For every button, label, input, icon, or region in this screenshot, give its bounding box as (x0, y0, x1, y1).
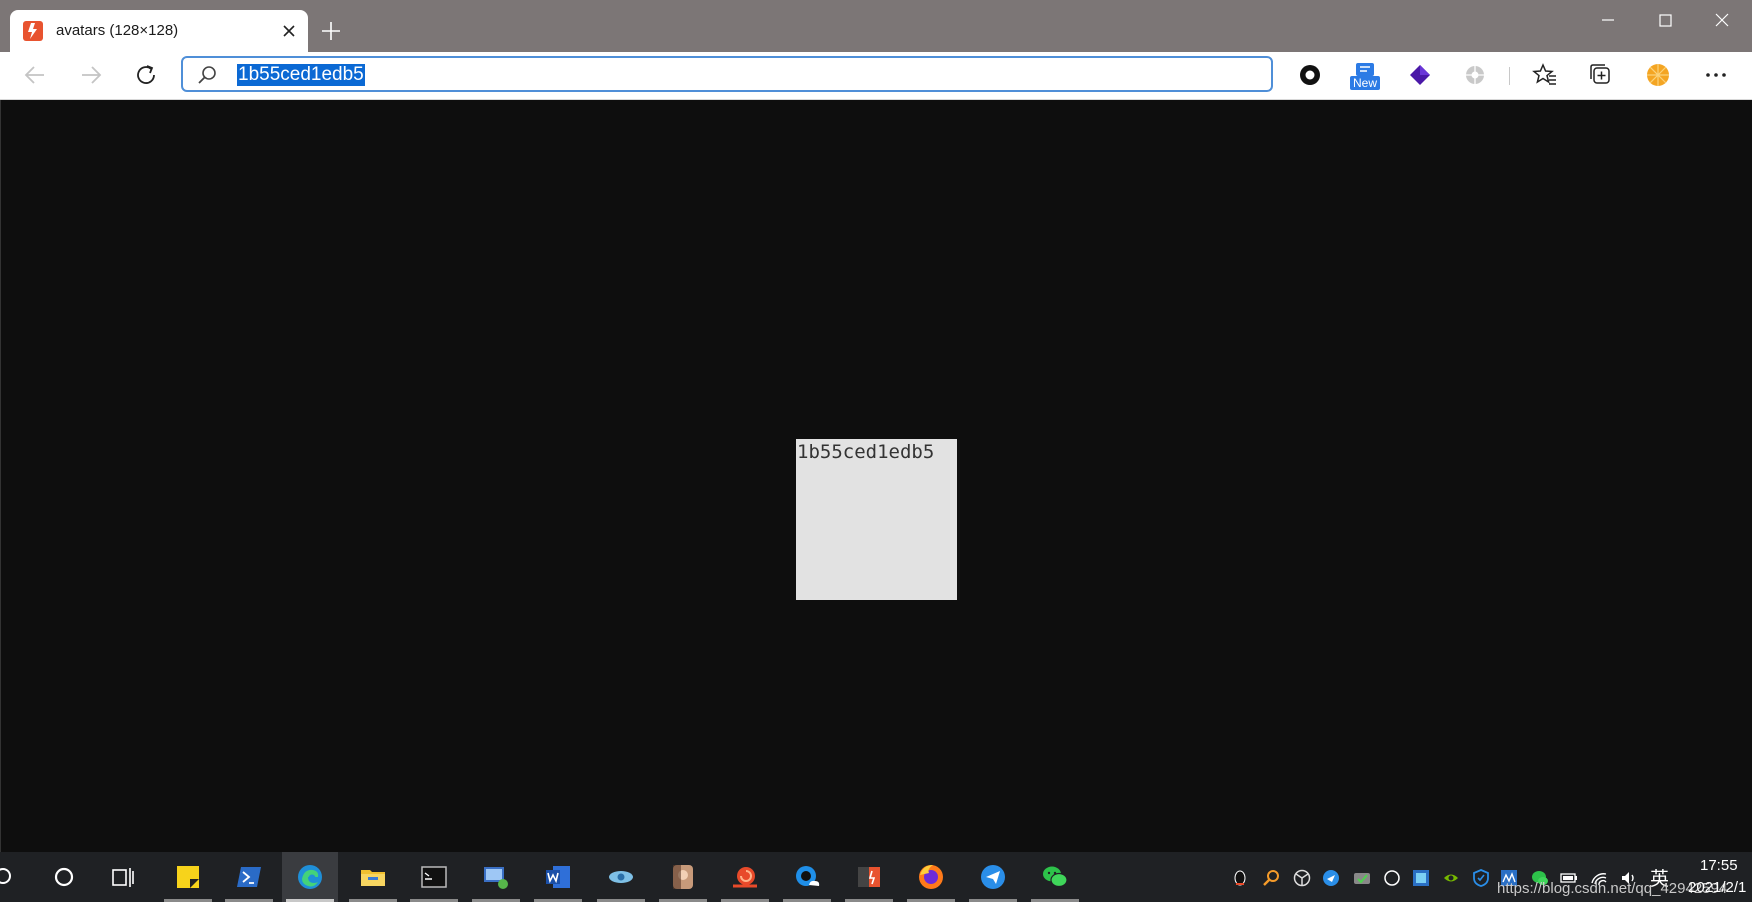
gray-gear-icon[interactable] (1462, 62, 1488, 88)
git-app-icon[interactable] (841, 852, 897, 902)
tab-avatars[interactable]: avatars (128×128) (10, 10, 308, 52)
forward-icon[interactable] (78, 62, 104, 88)
terminal-icon[interactable] (406, 852, 462, 902)
windows-taskbar: 英 https://blog.csdn.net/qq_42942594 17:5… (0, 852, 1752, 902)
steering-tray-icon[interactable] (1293, 869, 1311, 887)
circle-tray-icon[interactable] (1383, 869, 1401, 887)
back-icon[interactable] (22, 62, 48, 88)
purple-cube-icon[interactable] (1407, 62, 1433, 88)
more-menu-icon[interactable] (1703, 62, 1729, 88)
browser-toolbar: 1b55ced1edb5 New (0, 52, 1752, 100)
window-close-icon[interactable] (1707, 8, 1737, 32)
wechat-icon[interactable] (1027, 852, 1083, 902)
address-bar[interactable]: 1b55ced1edb5 (181, 56, 1273, 92)
shield-check-tray-icon[interactable] (1353, 869, 1371, 887)
new-badge-label: New (1353, 76, 1378, 90)
refresh-icon[interactable] (133, 62, 159, 88)
cloud-tray-icon[interactable] (1322, 869, 1340, 887)
favicon-icon (23, 21, 43, 41)
tab-close-icon[interactable] (280, 22, 298, 40)
page-viewport: 1b55ced1edb5 (0, 100, 1752, 852)
favorites-icon[interactable] (1532, 62, 1558, 88)
new-extension-icon[interactable]: New (1350, 61, 1380, 91)
avatar-image-text: 1b55ced1edb5 (797, 441, 935, 463)
magnifier-tray-icon[interactable] (1262, 869, 1280, 887)
clock-time[interactable]: 17:55 (1700, 857, 1738, 874)
tab-bar: avatars (128×128) (0, 0, 1752, 52)
qq-tray-icon[interactable] (1231, 869, 1249, 887)
search-icon (197, 65, 217, 85)
network-card-tray-icon[interactable] (1412, 869, 1430, 887)
address-input[interactable]: 1b55ced1edb5 (237, 64, 365, 86)
profile-avatar-icon[interactable] (1645, 62, 1671, 88)
snail-app-icon[interactable] (717, 852, 773, 902)
record-icon[interactable] (1297, 62, 1323, 88)
collections-icon[interactable] (1588, 62, 1614, 88)
task-view-icon[interactable] (95, 852, 151, 902)
powershell-icon[interactable] (221, 852, 277, 902)
remote-desktop-icon[interactable] (468, 852, 524, 902)
cloud-search-icon[interactable] (779, 852, 835, 902)
file-explorer-icon[interactable] (345, 852, 401, 902)
nvidia-tray-icon[interactable] (1442, 869, 1460, 887)
new-tab-icon[interactable] (320, 20, 342, 42)
security-shield-tray-icon[interactable] (1472, 869, 1490, 887)
word-icon[interactable] (530, 852, 586, 902)
sticky-notes-icon[interactable] (160, 852, 216, 902)
firefox-icon[interactable] (903, 852, 959, 902)
tab-title: avatars (128×128) (56, 22, 179, 39)
eye-app-icon[interactable] (593, 852, 649, 902)
maximize-icon[interactable] (1650, 8, 1680, 32)
cortana-icon[interactable] (36, 852, 92, 902)
photo-avatar-icon[interactable] (655, 852, 711, 902)
toolbar-separator (1509, 67, 1510, 85)
minimize-icon[interactable] (1593, 8, 1623, 32)
clock-date[interactable]: 2021/2/1 (1688, 879, 1746, 896)
search-taskbar-icon[interactable] (0, 867, 16, 887)
edge-icon[interactable] (282, 852, 338, 902)
avatar-image: 1b55ced1edb5 (796, 439, 957, 600)
paper-plane-icon[interactable] (965, 852, 1021, 902)
